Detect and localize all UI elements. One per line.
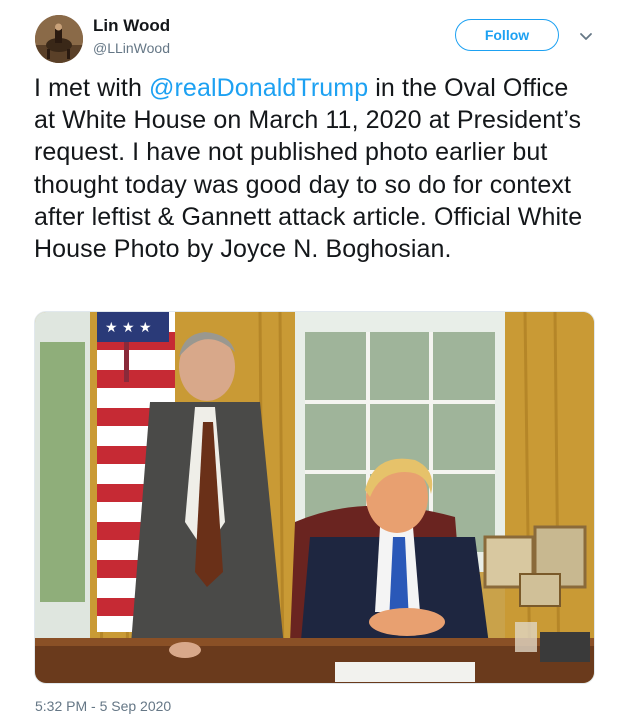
follow-button[interactable]: Follow	[455, 19, 559, 51]
svg-text:★ ★ ★: ★ ★ ★	[105, 320, 152, 336]
tweet-text-rest: in the Oval Office at White House on Mar…	[34, 74, 583, 264]
author-handle[interactable]: @LLinWood	[93, 40, 170, 56]
avatar-image	[35, 15, 83, 63]
tweet-text: I met with @realDonaldTrump in the Oval …	[34, 72, 594, 265]
author-avatar[interactable]	[35, 15, 83, 63]
tweet-text-start: I met with	[34, 74, 150, 102]
mention-link[interactable]: @realDonaldTrump	[149, 74, 368, 102]
author-name[interactable]: Lin Wood	[93, 16, 170, 36]
chevron-down-icon[interactable]	[574, 24, 598, 48]
tweet-header: Lin Wood @LLinWood Follow	[0, 0, 626, 80]
tweet-photo[interactable]: ★ ★ ★	[34, 311, 595, 684]
tweet-timestamp[interactable]: 5:32 PM - 5 Sep 2020	[35, 698, 171, 714]
oval-office-photo: ★ ★ ★	[35, 312, 594, 683]
